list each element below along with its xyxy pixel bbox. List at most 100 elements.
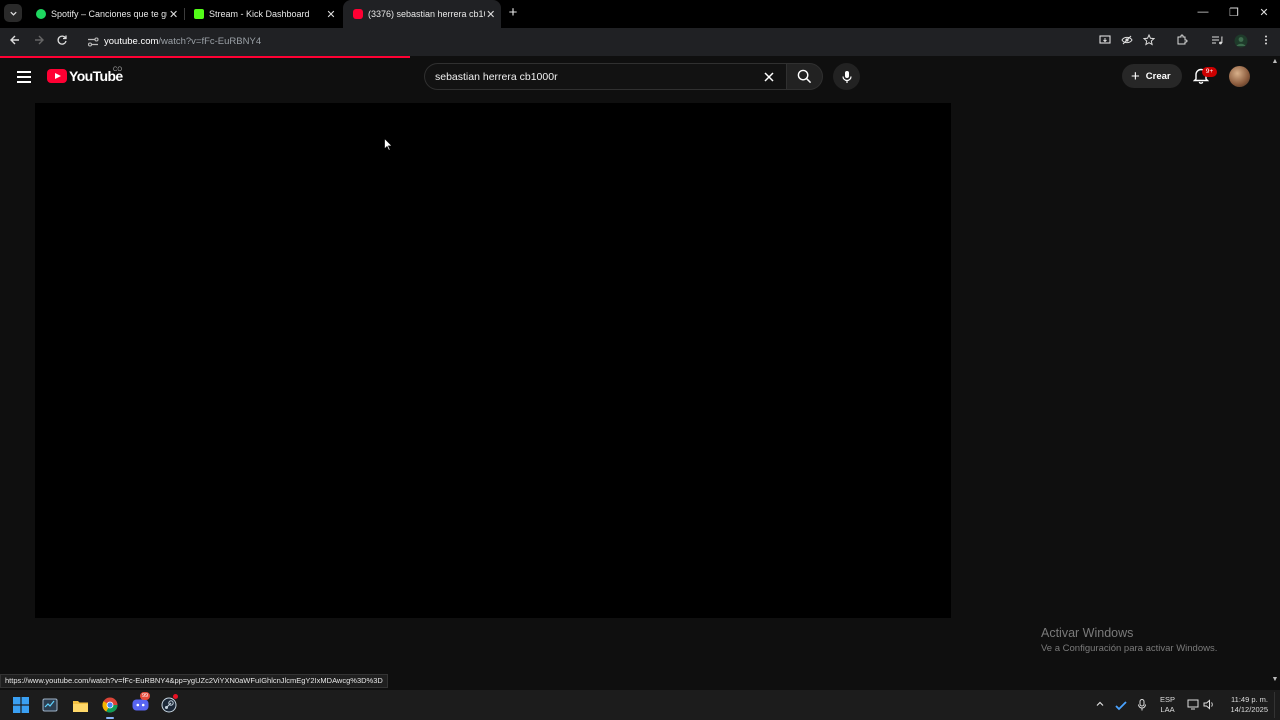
cast-button[interactable]: [1097, 34, 1113, 50]
youtube-logo[interactable]: YouTube: [47, 68, 123, 84]
profile-button[interactable]: [1233, 34, 1249, 50]
close-tab-icon[interactable]: ✕: [324, 8, 338, 21]
watermark-subtitle: Ve a Configuración para activar Windows.: [1041, 643, 1218, 654]
tab-youtube[interactable]: (3376) sebastian herrera cb1000 ✕: [343, 0, 501, 28]
arrow-right-icon: [35, 35, 44, 45]
install-app-icon: [1099, 35, 1111, 44]
reload-icon: [57, 35, 67, 45]
tab-search-button[interactable]: [4, 4, 22, 22]
youtube-icon: [353, 9, 363, 19]
windows-logo-icon: [13, 697, 29, 713]
tray-security-icon[interactable]: [1115, 699, 1127, 713]
close-icon: [764, 72, 774, 82]
close-window-icon[interactable]: ✕: [1257, 6, 1271, 19]
scrollbar-up-arrow[interactable]: ▲: [1270, 58, 1280, 68]
search-button[interactable]: [786, 63, 823, 90]
create-label: Crear: [1145, 70, 1171, 82]
reload-button[interactable]: [54, 34, 70, 50]
network-monitor-icon: [1187, 699, 1199, 710]
tab-kick[interactable]: Stream - Kick Dashboard ✕: [184, 0, 342, 28]
input-language-indicator[interactable]: ESP LAA: [1160, 695, 1175, 715]
steam-icon: [161, 697, 177, 713]
forward-button[interactable]: [31, 34, 47, 50]
kick-icon: [194, 9, 204, 19]
shield-check-icon: [1115, 701, 1127, 711]
clear-search-button[interactable]: [760, 68, 778, 86]
playlist-icon: [1212, 36, 1223, 45]
close-tab-icon[interactable]: ✕: [167, 8, 180, 21]
close-tab-icon[interactable]: ✕: [485, 8, 497, 21]
new-tab-button[interactable]: +: [505, 5, 521, 21]
browser-tab-strip: Spotify – Canciones que te gust ✕ Stream…: [0, 0, 1280, 28]
voice-search-button[interactable]: [833, 63, 860, 90]
search-query: sebastian herrera cb1000r: [435, 71, 558, 83]
taskbar-app-steam[interactable]: [159, 694, 179, 715]
keyboard-layout: LAA: [1160, 705, 1175, 714]
clock-date: 14/12/2025: [1230, 705, 1268, 714]
url-text: youtube.com/watch?v=fFc-EuRBNY4: [104, 36, 261, 47]
tab-spotify[interactable]: Spotify – Canciones que te gust ✕: [26, 0, 184, 28]
notification-dot: [173, 694, 178, 699]
taskbar-app-file-explorer[interactable]: [70, 695, 90, 715]
show-desktop-button[interactable]: [1274, 692, 1280, 718]
folder-icon: [72, 700, 88, 712]
browser-toolbar: youtube.com/watch?v=fFc-EuRBNY4: [0, 28, 1280, 56]
notifications-badge: 9+: [1202, 67, 1217, 77]
mouse-cursor-icon: [384, 138, 393, 151]
arrow-left-icon: [10, 35, 19, 45]
tab-title: Stream - Kick Dashboard: [209, 9, 310, 19]
windows-activation-watermark: Activar Windows Ve a Configuración para …: [1041, 626, 1217, 654]
create-button[interactable]: + Crear: [1122, 64, 1182, 88]
puzzle-icon: [1177, 34, 1188, 45]
back-button[interactable]: [7, 34, 23, 50]
url-path: /watch?v=fFc-EuRBNY4: [158, 36, 262, 47]
discord-badge: 99: [140, 692, 151, 700]
tab-title: Spotify – Canciones que te gust: [51, 9, 168, 19]
account-avatar[interactable]: [1229, 66, 1250, 87]
show-hidden-icons-button[interactable]: [1095, 699, 1105, 711]
star-icon: [1142, 33, 1156, 46]
spotify-icon: [36, 9, 46, 19]
eye-off-icon: [1121, 35, 1133, 45]
scrollbar-down-arrow[interactable]: ▼: [1270, 676, 1280, 686]
speaker-icon: [1203, 699, 1213, 710]
tracking-protection-button[interactable]: [1119, 34, 1135, 50]
taskbar-app-discord[interactable]: 99: [130, 692, 151, 715]
extensions-button[interactable]: [1174, 34, 1190, 50]
system-clock[interactable]: 11:49 p. m. 14/12/2025: [1220, 695, 1268, 715]
menu-icon[interactable]: [17, 71, 31, 83]
chevron-up-icon: [1096, 701, 1104, 706]
microphone-icon: [841, 70, 852, 83]
tray-volume-icon[interactable]: [1203, 699, 1215, 712]
media-control-button[interactable]: [1209, 34, 1225, 50]
tab-title: (3376) sebastian herrera cb1000: [368, 9, 485, 19]
clock-time: 11:49 p. m.: [1231, 695, 1268, 704]
address-bar[interactable]: youtube.com/watch?v=fFc-EuRBNY4: [80, 31, 1160, 53]
taskbar-app-chrome[interactable]: [100, 695, 120, 715]
tray-network-icon[interactable]: [1187, 699, 1199, 712]
youtube-page: YouTube CO sebastian herrera cb1000r + C…: [0, 58, 1280, 720]
chevron-down-icon: [9, 11, 17, 16]
search-input[interactable]: sebastian herrera cb1000r: [424, 63, 786, 90]
language-code: ESP: [1160, 695, 1176, 704]
more-vertical-icon: [1265, 35, 1267, 45]
url-host: youtube.com: [104, 36, 159, 47]
microphone-icon: [1138, 699, 1146, 711]
active-app-indicator: [106, 717, 114, 719]
bookmark-button[interactable]: [1141, 33, 1157, 50]
restore-icon[interactable]: ❐: [1227, 6, 1241, 19]
discord-icon: [132, 699, 148, 711]
tray-microphone-icon[interactable]: [1137, 699, 1147, 713]
windows-taskbar: 99 ESP LAA 11:49 p. m. 14/12/2025: [0, 690, 1280, 720]
chrome-icon: [102, 697, 118, 713]
minimize-icon[interactable]: —: [1196, 6, 1210, 18]
site-info-icon[interactable]: [86, 35, 100, 49]
profile-avatar-icon: [1234, 34, 1248, 48]
task-manager-icon: [42, 698, 58, 712]
start-button[interactable]: [11, 695, 31, 715]
chrome-menu-button[interactable]: [1258, 34, 1274, 50]
link-status-bubble: https://www.youtube.com/watch?v=fFc-EuRB…: [0, 674, 388, 688]
video-player[interactable]: [35, 103, 951, 618]
watermark-title: Activar Windows: [1041, 626, 1134, 640]
taskbar-app-task-manager[interactable]: [40, 695, 60, 715]
